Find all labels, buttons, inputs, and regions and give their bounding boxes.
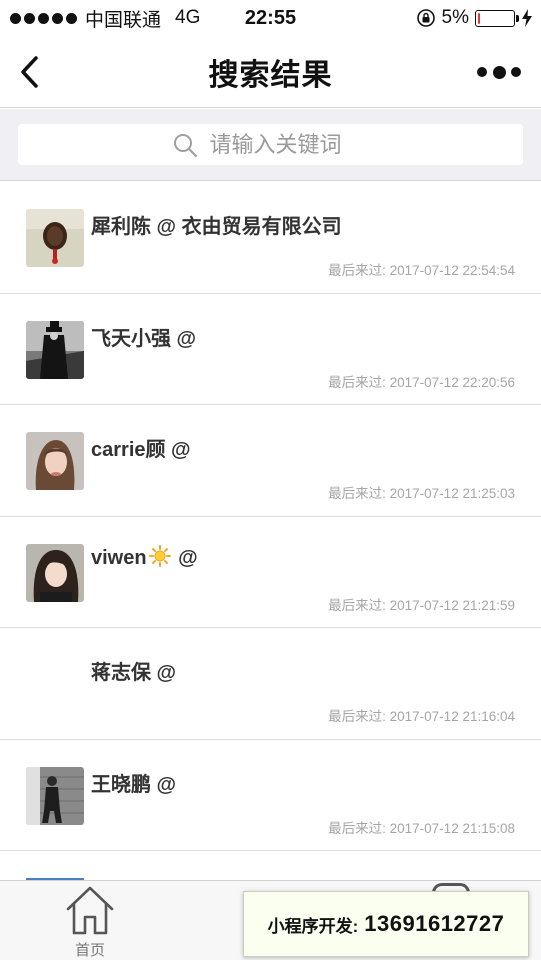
search-icon [173,133,197,157]
search-area [0,109,541,181]
search-box[interactable] [18,124,523,165]
signal-strength-icon [10,12,77,24]
page-title: 搜索结果 [208,58,333,92]
avatar [26,320,84,379]
list-item[interactable]: 王晓鹏 @ 最后来过: 2017-07-12 21:15:08 [0,739,541,851]
last-visit-time: 最后来过: 2017-07-12 21:25:03 [328,486,515,501]
tab-home[interactable]: 首页 [56,883,124,960]
status-time: 22:55 [244,6,297,29]
avatar [26,543,84,602]
list-item[interactable]: 飞天小强 @ 最后来过: 2017-07-12 22:20:56 [0,293,541,405]
ad-label: 小程序开发: [267,916,359,936]
navigation-bar: 搜索结果 [0,36,541,108]
list-item[interactable]: 犀利陈 @ 衣由贸易有限公司 最后来过: 2017-07-12 22:54:54 [0,182,541,294]
last-visit-time: 最后来过: 2017-07-12 21:21:59 [328,597,515,613]
contact-name: carrie顾 @ [91,439,191,461]
network-type: 4G [175,7,201,28]
list-item[interactable]: viwen @ 最后来过: 2017-07-12 21:21:59 [0,516,541,628]
carrier-name: 中国联通 [85,9,162,31]
contact-name: 王晓鹏 @ [91,773,177,796]
contact-name: 蒋志保 @ [91,662,177,684]
more-button[interactable] [477,58,521,86]
result-list: 犀利陈 @ 衣由贸易有限公司 最后来过: 2017-07-12 22:54:54… [0,182,541,851]
avatar [26,766,84,825]
search-input[interactable] [209,131,370,158]
contact-name: 犀利陈 @ 衣由贸易有限公司 [91,216,342,238]
home-icon [66,886,114,935]
battery-fill [478,12,480,24]
chevron-left-icon [21,56,38,88]
tab-home-label: 首页 [74,942,105,959]
sun-icon [148,544,171,567]
charging-bolt-icon [522,9,532,27]
battery-percent: 5% [441,7,469,28]
last-visit-time: 最后来过: 2017-07-12 21:16:04 [328,709,515,724]
battery-icon [475,9,519,27]
more-dots-icon [477,67,487,77]
rotation-lock-icon [416,9,435,27]
ad-banner: 小程序开发: 13691612727 [243,891,529,957]
last-visit-time: 最后来过: 2017-07-12 22:54:54 [328,263,515,278]
list-item[interactable]: 蒋志保 @ 最后来过: 2017-07-12 21:16:04 [0,628,541,740]
contact-name: 飞天小强 @ [91,327,197,350]
back-button[interactable] [14,52,44,92]
last-visit-time: 最后来过: 2017-07-12 21:15:08 [328,820,515,836]
status-bar: 中国联通 4G 22:55 5% [0,0,541,36]
contact-name: viwen @ [91,544,198,569]
avatar [26,209,84,267]
last-visit-time: 最后来过: 2017-07-12 22:20:56 [328,374,515,390]
list-item[interactable]: carrie顾 @ 最后来过: 2017-07-12 21:25:03 [0,405,541,517]
ad-phone-number: 13691612727 [364,911,505,936]
avatar [26,432,84,490]
